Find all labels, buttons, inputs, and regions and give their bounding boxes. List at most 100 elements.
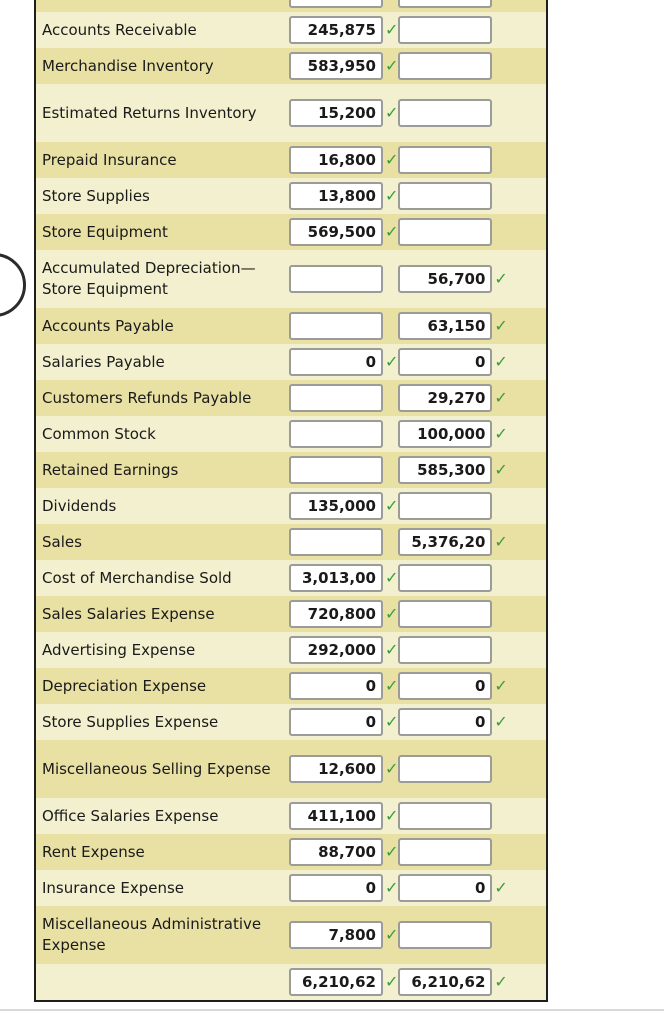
debit-amount-input[interactable]: 0 [289,874,383,902]
debit-amount-input[interactable] [289,528,383,556]
debit-amount-input[interactable]: 6,210,62 [289,968,383,996]
debit-amount-input[interactable]: 411,100 [289,802,383,830]
worksheet-row: Store Equipment569,500✓✓ [36,214,546,250]
debit-amount-input[interactable]: 88,700 [289,838,383,866]
debit-amount-input[interactable]: 0 [289,708,383,736]
debit-check-icon: ✓ [385,568,399,587]
credit-amount-input[interactable]: 29,270 [398,384,493,412]
debit-amount-input[interactable]: 15,200 [289,99,383,127]
debit-amount-input[interactable] [289,420,383,448]
credit-amount-input-cell: ✓ [398,16,507,44]
worksheet-row: Prepaid Insurance16,800✓✓ [36,142,546,178]
debit-amount-input-cell: ✓ [289,265,398,293]
credit-amount-input-cell: ✓ [398,99,507,127]
credit-amount-input[interactable] [398,16,493,44]
debit-check-icon: ✓ [385,712,399,731]
credit-amount-input[interactable]: 0 [398,874,493,902]
debit-check-icon: ✓ [385,878,399,897]
worksheet-row: ✓✓ [36,0,546,12]
credit-amount-input-cell: 0 ✓ [398,874,508,902]
credit-amount-input-cell: 0 ✓ [398,708,508,736]
credit-check-icon: ✓ [494,316,508,335]
account-label: Cost of Merchandise Sold [42,568,232,587]
debit-amount-input[interactable]: 720,800 [289,600,383,628]
credit-amount-input[interactable] [398,492,493,520]
account-label: Retained Earnings [42,460,179,479]
debit-amount-input[interactable]: 292,000 [289,636,383,664]
worksheet-page: ✓✓Accounts Receivable245,875✓✓Merchandis… [0,0,664,1024]
worksheet-row: Office Salaries Expense 411,100✓✓ [36,798,546,834]
credit-amount-input-cell: 56,700 ✓ [398,265,508,293]
debit-amount-input-cell: ✓ [289,312,398,340]
credit-amount-input[interactable] [398,755,493,783]
credit-amount-input[interactable] [398,0,493,8]
credit-amount-input[interactable] [398,636,493,664]
credit-check-icon: ✓ [494,676,508,695]
credit-amount-input[interactable] [398,146,493,174]
credit-amount-input-cell: 0 ✓ [398,672,508,700]
credit-amount-input[interactable] [398,600,493,628]
debit-amount-input[interactable]: 569,500 [289,218,383,246]
debit-amount-input-cell: 720,800 ✓ [289,600,398,628]
credit-amount-input[interactable] [398,52,493,80]
credit-amount-input[interactable] [398,99,493,127]
debit-amount-input[interactable]: 7,800 [289,921,383,949]
credit-amount-input[interactable]: 63,150 [398,312,493,340]
account-label: Accumulated Depreciation—Store Equipment [42,259,256,298]
debit-amount-input-cell: 135,000 ✓ [289,492,398,520]
credit-amount-input-cell: 5,376,20 ✓ [398,528,508,556]
credit-amount-input[interactable] [398,182,493,210]
debit-amount-input[interactable] [289,265,383,293]
debit-amount-input[interactable] [289,384,383,412]
credit-amount-input-cell: ✓ [398,0,507,8]
credit-amount-input-cell: ✓ [398,921,507,949]
debit-check-icon: ✓ [385,222,399,241]
credit-amount-input[interactable] [398,921,493,949]
debit-amount-input[interactable]: 583,950 [289,52,383,80]
credit-amount-input[interactable]: 585,300 [398,456,493,484]
debit-amount-input[interactable]: 135,000 [289,492,383,520]
debit-amount-input[interactable] [289,312,383,340]
debit-amount-input[interactable]: 245,875 [289,16,383,44]
account-label: Dividends [42,496,117,515]
credit-check-icon: ✓ [494,352,508,371]
debit-amount-input[interactable]: 0 [289,348,383,376]
worksheet-row: Dividends135,000✓✓ [36,488,546,524]
debit-amount-input-cell: 88,700 ✓ [289,838,398,866]
debit-check-icon: ✓ [385,972,399,991]
debit-amount-input[interactable]: 0 [289,672,383,700]
debit-amount-input[interactable] [289,0,383,8]
worksheet-row: Merchandise Inventory583,950✓✓ [36,48,546,84]
debit-amount-input-cell: 0 ✓ [289,874,398,902]
debit-amount-input[interactable]: 13,800 [289,182,383,210]
debit-check-icon: ✓ [385,806,399,825]
worksheet-row: Accounts Payable ✓63,150✓ [36,308,546,344]
debit-amount-input-cell: 0 ✓ [289,348,398,376]
debit-amount-input[interactable]: 16,800 [289,146,383,174]
page-bottom-spacer [0,1011,664,1024]
credit-amount-input[interactable] [398,218,493,246]
credit-amount-input[interactable] [398,838,493,866]
debit-amount-input-cell: 411,100 ✓ [289,802,398,830]
credit-amount-input[interactable]: 6,210,62 [398,968,493,996]
credit-amount-input[interactable]: 0 [398,708,493,736]
credit-amount-input[interactable]: 100,000 [398,420,493,448]
debit-amount-input[interactable]: 3,013,00 [289,564,383,592]
worksheet-row: Store Supplies13,800✓✓ [36,178,546,214]
credit-check-icon: ✓ [494,972,508,991]
credit-amount-input[interactable]: 5,376,20 [398,528,493,556]
credit-amount-input[interactable]: 0 [398,672,493,700]
account-label: Office Salaries Expense [42,806,219,825]
debit-amount-input[interactable] [289,456,383,484]
credit-amount-input-cell: 6,210,62 ✓ [398,968,508,996]
debit-amount-input[interactable]: 12,600 [289,755,383,783]
debit-check-icon: ✓ [385,20,399,39]
account-label: Insurance Expense [42,878,185,897]
credit-amount-input[interactable] [398,564,493,592]
credit-amount-input[interactable] [398,802,493,830]
debit-amount-input-cell: 583,950 ✓ [289,52,398,80]
credit-amount-input-cell: 100,000 ✓ [398,420,508,448]
debit-check-icon: ✓ [385,759,399,778]
credit-amount-input[interactable]: 56,700 [398,265,493,293]
credit-amount-input[interactable]: 0 [398,348,493,376]
